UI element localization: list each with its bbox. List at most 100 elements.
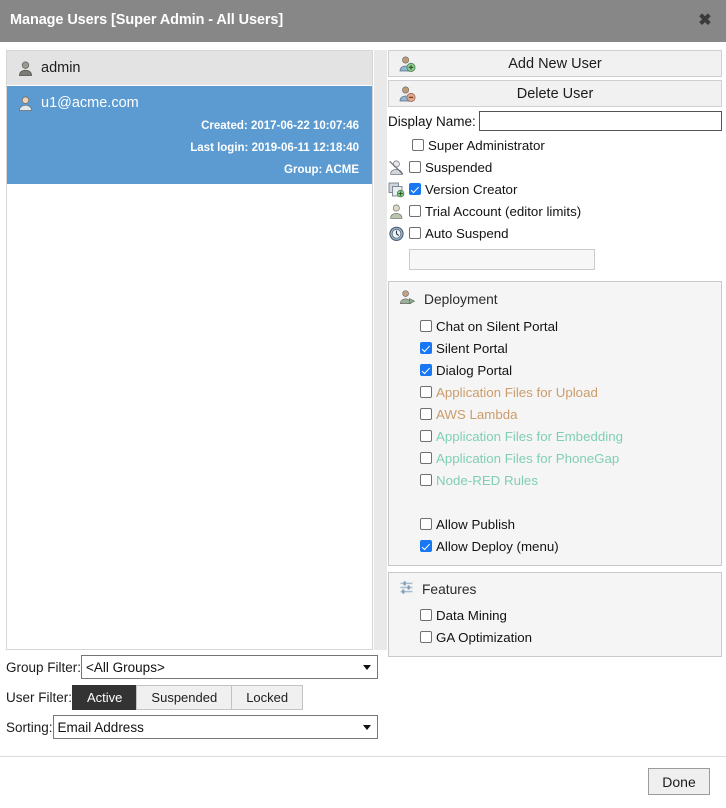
- auto-suspend-checkbox[interactable]: [409, 227, 421, 239]
- page-title: Manage Users [Super Admin - All Users]: [10, 12, 284, 28]
- add-user-button[interactable]: Add New User: [388, 50, 722, 77]
- dialog-portal-checkbox[interactable]: [420, 364, 432, 376]
- flag-suspended[interactable]: Suspended: [388, 156, 722, 178]
- sorting-label: Sorting:: [6, 719, 53, 735]
- data-mining-checkbox[interactable]: [420, 609, 432, 621]
- display-name-row: Display Name:: [388, 111, 722, 131]
- user-list-scrollbar[interactable]: [374, 50, 387, 650]
- deploy-silent-portal[interactable]: Silent Portal: [420, 337, 721, 359]
- clock-icon: [388, 225, 406, 242]
- user-list[interactable]: admin u1@acme.com Created: 2017-06-22 10…: [6, 50, 373, 650]
- user-delete-icon: [398, 85, 416, 107]
- ga-optimization-label: GA Optimization: [436, 629, 533, 645]
- flag-version-creator[interactable]: Version Creator: [388, 178, 722, 200]
- list-item-label: admin: [41, 60, 81, 76]
- chat-on-silent-portal-checkbox[interactable]: [420, 320, 432, 332]
- user-suspended-icon: [388, 159, 406, 176]
- feature-ga-optimization[interactable]: GA Optimization: [420, 626, 721, 648]
- flag-auto-suspend[interactable]: Auto Suspend: [388, 222, 722, 244]
- application-files-for-embedding-checkbox[interactable]: [420, 430, 432, 442]
- display-name-input[interactable]: [478, 111, 722, 131]
- features-items: Data Mining GA Optimization: [389, 604, 721, 648]
- deploy-allow-publish[interactable]: Allow Publish: [420, 513, 721, 535]
- deploy-application-files-for-phonegap[interactable]: Application Files for PhoneGap: [420, 447, 721, 469]
- deployment-group-header: Deployment: [389, 289, 721, 315]
- application-files-for-upload-label: Application Files for Upload: [436, 384, 598, 400]
- deployment-spacer: [420, 491, 721, 513]
- list-item[interactable]: u1@acme.com Created: 2017-06-22 10:07:46…: [7, 86, 372, 185]
- user-filter-active[interactable]: Active: [72, 684, 137, 710]
- user-filter-segmented: Active Suspended Locked: [72, 684, 304, 710]
- super-administrator-checkbox[interactable]: [412, 139, 424, 151]
- allow-publish-label: Allow Publish: [436, 516, 516, 532]
- flag-super-administrator[interactable]: Super Administrator: [388, 134, 722, 156]
- super-administrator-label: Super Administrator: [428, 137, 545, 153]
- done-button[interactable]: Done: [648, 768, 710, 795]
- group-filter-select[interactable]: <All Groups>: [81, 655, 378, 679]
- group-filter-label: Group Filter:: [6, 659, 82, 675]
- deployment-items: Chat on Silent Portal Silent Portal Dial…: [389, 315, 721, 557]
- display-name-label: Display Name:: [388, 113, 476, 129]
- deployment-icon: [399, 289, 416, 309]
- features-group: Features Data Mining GA Optimization: [388, 572, 722, 657]
- ga-optimization-checkbox[interactable]: [420, 631, 432, 643]
- version-creator-checkbox[interactable]: [409, 183, 421, 195]
- user-icon: [19, 96, 32, 111]
- user-icon: [19, 61, 32, 76]
- application-files-for-phonegap-checkbox[interactable]: [420, 452, 432, 464]
- user-trial-icon: [388, 203, 406, 220]
- allow-deploy-label: Allow Deploy (menu): [436, 538, 559, 554]
- sorting-row: Sorting: Email Address: [6, 715, 378, 739]
- silent-portal-checkbox[interactable]: [420, 342, 432, 354]
- application-files-for-upload-checkbox[interactable]: [420, 386, 432, 398]
- features-group-header: Features: [389, 580, 721, 604]
- user-details-panel: Add New User Delete User Display Name: S…: [388, 50, 722, 657]
- features-group-title: Features: [422, 581, 477, 597]
- group-filter-select-wrap: <All Groups>: [81, 655, 378, 679]
- user-filter-locked[interactable]: Locked: [231, 684, 304, 710]
- deploy-application-files-for-upload[interactable]: Application Files for Upload: [420, 381, 721, 403]
- user-row-name-wrap: admin: [17, 58, 362, 78]
- list-item[interactable]: admin: [7, 51, 372, 86]
- sliders-icon: [399, 580, 414, 598]
- suspended-label: Suspended: [425, 159, 493, 175]
- list-item-label: u1@acme.com: [41, 95, 139, 111]
- manage-users-dialog: Manage Users [Super Admin - All Users] ✖…: [0, 0, 726, 808]
- feature-data-mining[interactable]: Data Mining: [420, 604, 721, 626]
- silent-portal-label: Silent Portal: [436, 340, 508, 356]
- group-filter-row: Group Filter: <All Groups>: [6, 655, 378, 679]
- node-red-rules-checkbox[interactable]: [420, 474, 432, 486]
- delete-user-label: Delete User: [516, 85, 594, 102]
- aws-lambda-checkbox[interactable]: [420, 408, 432, 420]
- deploy-node-red-rules[interactable]: Node-RED Rules: [420, 469, 721, 491]
- chat-on-silent-portal-label: Chat on Silent Portal: [436, 318, 558, 334]
- allow-publish-checkbox[interactable]: [420, 518, 432, 530]
- allow-deploy-checkbox[interactable]: [420, 540, 432, 552]
- deploy-allow-deploy-menu[interactable]: Allow Deploy (menu): [420, 535, 721, 557]
- aws-lambda-label: AWS Lambda: [436, 406, 518, 422]
- deploy-aws-lambda[interactable]: AWS Lambda: [420, 403, 721, 425]
- deploy-dialog-portal[interactable]: Dialog Portal: [420, 359, 721, 381]
- close-icon[interactable]: ✖: [694, 10, 716, 32]
- version-creator-label: Version Creator: [425, 181, 518, 197]
- delete-user-button[interactable]: Delete User: [388, 80, 722, 107]
- suspended-checkbox[interactable]: [409, 161, 421, 173]
- deployment-group-title: Deployment: [424, 291, 498, 307]
- dialog-titlebar: Manage Users [Super Admin - All Users] ✖: [0, 0, 726, 42]
- user-filter-label: User Filter:: [6, 689, 73, 705]
- sorting-select[interactable]: Email Address: [52, 715, 378, 739]
- trial-account-checkbox[interactable]: [409, 205, 421, 217]
- flag-trial-account[interactable]: Trial Account (editor limits): [388, 200, 722, 222]
- user-row-name-wrap: u1@acme.com: [17, 93, 362, 113]
- auto-suspend-value-input[interactable]: [409, 249, 595, 270]
- filter-controls: Group Filter: <All Groups> User Filter: …: [6, 655, 378, 745]
- user-group: Group: ACME: [284, 164, 359, 176]
- deploy-application-files-for-embedding[interactable]: Application Files for Embedding: [420, 425, 721, 447]
- user-filter-suspended[interactable]: Suspended: [136, 684, 232, 710]
- deploy-chat-on-silent-portal[interactable]: Chat on Silent Portal: [420, 315, 721, 337]
- application-files-for-phonegap-label: Application Files for PhoneGap: [436, 450, 620, 466]
- version-icon: [388, 181, 406, 198]
- user-created: Created: 2017-06-22 10:07:46: [201, 120, 359, 132]
- footer-divider: [0, 756, 726, 757]
- user-add-icon: [398, 55, 416, 77]
